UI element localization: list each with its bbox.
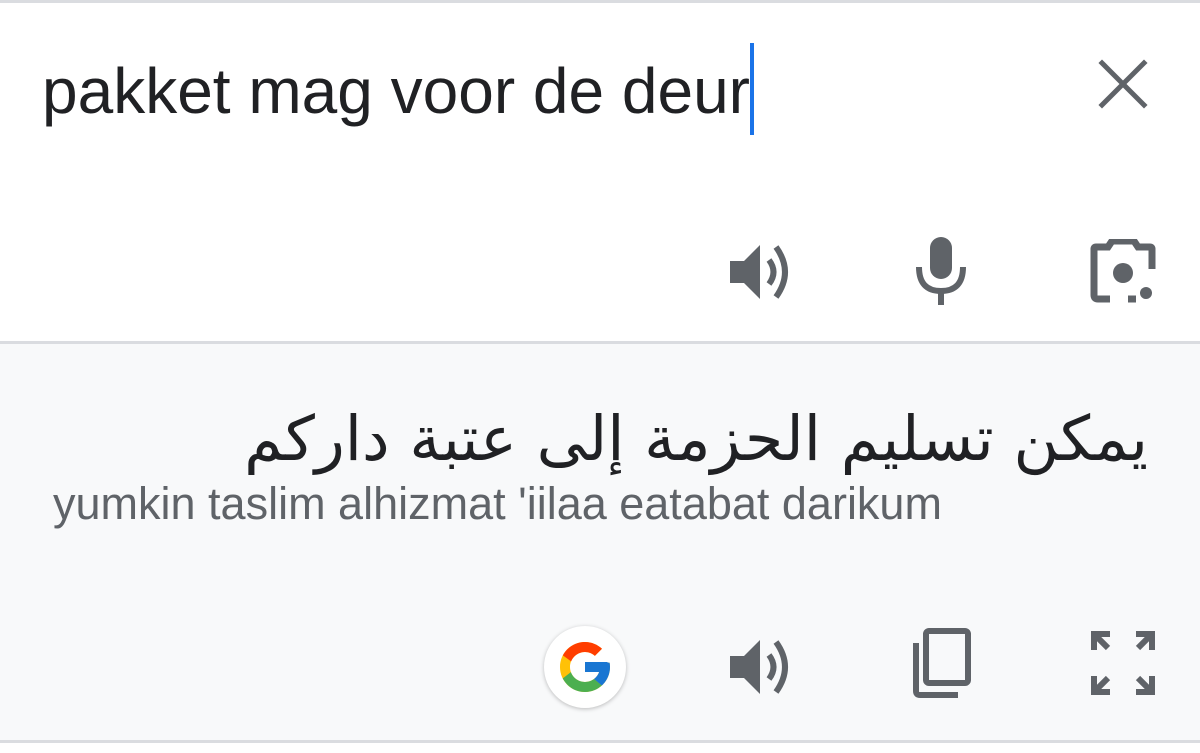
volume-icon <box>730 245 788 299</box>
source-panel: pakket mag voor de deur <box>0 3 1200 341</box>
source-text[interactable]: pakket mag voor de deur <box>42 46 750 136</box>
fullscreen-button[interactable] <box>1086 626 1160 700</box>
bottom-fill <box>0 743 1200 753</box>
copy-translation-button[interactable] <box>904 624 978 702</box>
microphone-icon <box>916 237 966 305</box>
listen-translation-button[interactable] <box>724 630 798 704</box>
close-icon <box>1098 59 1148 109</box>
google-logo-icon <box>560 642 610 692</box>
camera-input-button[interactable] <box>1085 235 1161 309</box>
translation-text: يمكن تسليم الحزمة إلى عتبة داركم <box>244 402 1148 475</box>
voice-input-button[interactable] <box>906 231 976 311</box>
volume-icon <box>730 640 788 694</box>
text-caret <box>749 43 754 135</box>
copy-icon <box>913 628 971 698</box>
fullscreen-icon <box>1091 631 1155 695</box>
listen-source-button[interactable] <box>724 235 798 309</box>
result-panel: يمكن تسليم الحزمة إلى عتبة داركم yumkin … <box>0 344 1200 740</box>
transliteration-text: yumkin taslim alhizmat 'iilaa eatabat da… <box>53 478 942 529</box>
source-input[interactable]: pakket mag voor de deur <box>42 43 754 137</box>
camera-lens-icon <box>1090 239 1156 303</box>
clear-button[interactable] <box>1092 53 1154 115</box>
google-search-button[interactable] <box>544 626 626 708</box>
